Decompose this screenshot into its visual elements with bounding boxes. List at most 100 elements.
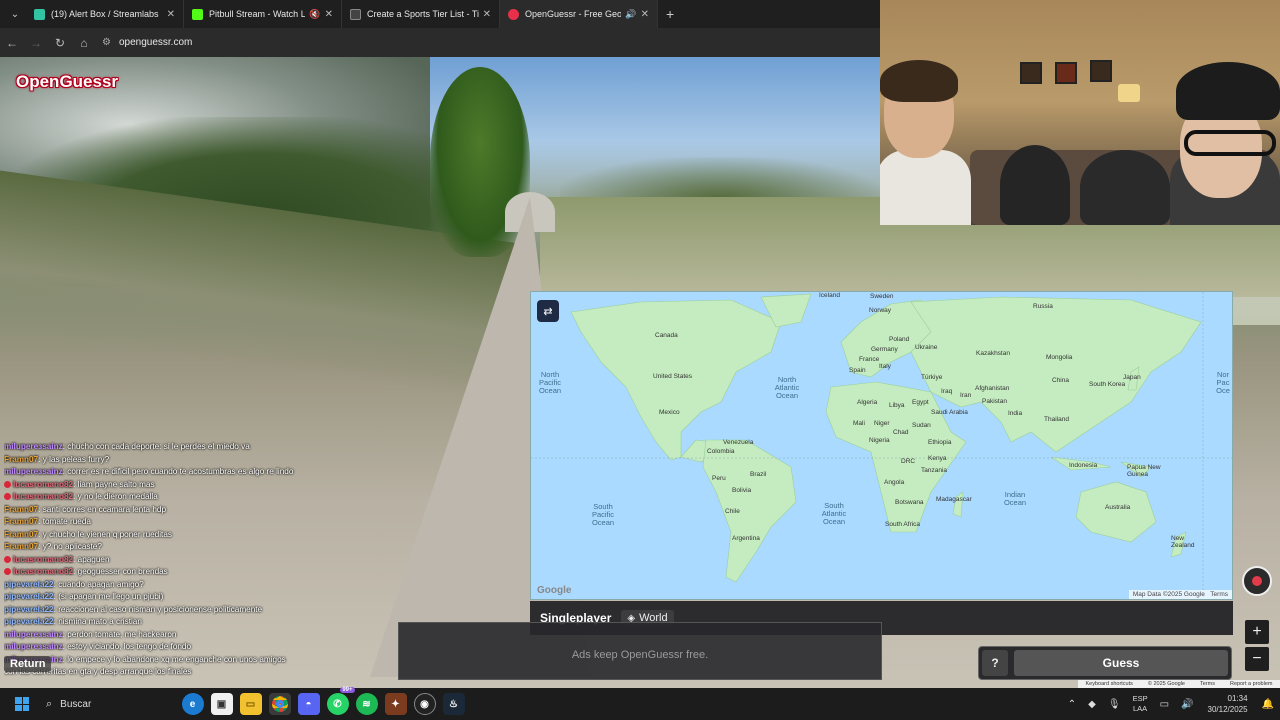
forward-icon[interactable]: → [24,36,48,50]
whatsapp-icon[interactable]: ✆ 99+ [326,687,355,715]
chat-text: correr es re dificil pero cuando te acos… [67,467,294,476]
steam-icon[interactable]: ♨ [442,693,465,715]
chat-text: geoguesser con brendas [77,567,168,576]
map-label-poland: Poland [889,336,910,343]
chat-username: lucasromano82 [13,567,74,576]
site-info-icon[interactable]: ⚙ [102,37,111,48]
file-explorer-icon[interactable]: ▭ [239,693,262,715]
tray-app-icon[interactable]: ◆ [1088,699,1096,710]
return-button[interactable]: Return [4,656,52,672]
app-icon[interactable]: ✦ [384,693,407,715]
chat-username: lucasromano82 [13,479,74,489]
chat-username: milupereзsainz [4,629,63,639]
chat-message: pipevarela22: nismina mato a cristian [4,617,142,626]
chat-message: Framn07: tomate rueda [4,517,91,526]
tab-streamlabs[interactable]: (19) Alert Box / Streamlabs ✕ [26,0,184,28]
spotify-icon[interactable]: ≋ [355,693,378,715]
map-label-mongolia: Mongolia [1046,354,1073,361]
url-field[interactable]: ⚙ openguessr.com [102,32,192,54]
chat-username: lucasromano82 [13,492,74,501]
chat-text: y? no aplicaste? [42,542,102,551]
chat-message: pipevarela22: cuando apagan amigo? [4,579,144,589]
chat-text: lo empece y lo abandone xq me enganche c… [67,654,286,664]
guess-button[interactable]: Guess [1014,650,1228,676]
chat-message: milupereзsainz: correr es re dificil per… [4,467,294,476]
zoom-in-icon[interactable]: + [1245,620,1269,644]
guess-map[interactable]: ⇄ Canada United States Mexico Venezuela … [530,291,1233,600]
help-button[interactable]: ? [982,650,1008,676]
edge-icon[interactable]: e [181,693,204,715]
chat-text: reaccionen al caso nisman y posicionense… [58,604,263,614]
chat-text: liam payne salto mas [77,479,155,489]
ocean-label: Nor Pac Oce [1216,370,1230,395]
lang-layout: LAA [1132,704,1148,713]
world-map-land [531,292,1232,599]
close-icon[interactable]: ✕ [325,9,333,20]
reload-icon[interactable]: ↻ [48,36,72,50]
home-icon[interactable]: ⌂ [72,36,96,50]
report-problem-link[interactable]: Report a problem [1230,681,1273,687]
badge-icon [4,493,11,500]
tab-title: (19) Alert Box / Streamlabs [51,9,159,19]
map-terms-link[interactable]: Terms [1210,591,1228,598]
tab-search-icon[interactable]: ⌄ [4,3,26,25]
chat-message: milupereзsainz: chucho con cada deporte:… [4,442,250,451]
notifications-icon[interactable]: 🔔 [1262,699,1274,710]
close-icon[interactable]: ✕ [641,9,649,20]
chat-message: lucasromano82: geoguesser con brendas [4,566,424,579]
wall-frame [1090,60,1112,82]
tab-kick[interactable]: Pitbull Stream - Watch Live 🔇 ✕ [184,0,342,28]
volume-icon[interactable]: 🔊 [1181,699,1193,710]
google-logo: Google [537,585,572,596]
chrome-icon[interactable] [268,693,291,715]
chat-message: Framn07: y chucho le yienen q poner rued… [4,529,172,539]
footer-terms-link[interactable]: Terms [1200,681,1215,687]
windows-start-icon[interactable] [6,688,38,720]
badge-icon [4,480,11,488]
footer-map-data: © 2025 Google [1147,681,1185,687]
tab-tiermaker[interactable]: Create a Sports Tier List - TierM ✕ [342,0,500,28]
map-label-japan: Japan [1123,374,1141,381]
network-icon[interactable]: ▭ [1160,699,1169,710]
speaker-icon[interactable]: 🔊 [625,9,636,20]
map-label-india: India [1008,410,1023,417]
chat-text: y no le dieron medalla [77,492,158,501]
zoom-out-icon[interactable]: − [1245,647,1269,671]
map-label-iceland: Iceland [819,292,840,299]
chat-text: estoy viciando, los tengo de fondo [67,642,192,651]
map-label-turkiye: Türkiye [921,374,943,381]
tab-title: OpenGuessr - Free GeoGue [525,9,622,19]
microphone-icon[interactable]: 🎙 [1108,699,1121,710]
map-label-afghanistan: Afghanistan [975,385,1010,392]
map-label-png: Papua New Guinea [1127,464,1161,478]
map-label-germany: Germany [871,346,898,353]
person-cap [1176,62,1280,120]
ocean-label: South Pacific Ocean [591,502,615,527]
chat-username: Framn07 [4,529,39,539]
chevron-up-icon[interactable]: ⌃ [1068,699,1076,710]
chat-username: Framn07 [4,504,39,514]
keyboard-shortcuts-link[interactable]: Keyboard shortcuts [1086,681,1133,687]
mute-icon[interactable]: 🔇 [309,9,320,20]
compass-icon[interactable] [1242,566,1272,596]
store-icon[interactable]: ▣ [210,693,233,715]
clock[interactable]: 01:34 30/12/2025 [1208,693,1248,715]
tiermaker-icon [350,8,361,20]
map-label-tanzania: Tanzania [921,467,948,474]
close-icon[interactable]: ✕ [483,9,491,20]
tab-openguessr[interactable]: OpenGuessr - Free GeoGue 🔊 ✕ [500,0,658,28]
browser-tabbar: ⌄ (19) Alert Box / Streamlabs ✕ Pitbull … [0,0,880,28]
wall-frame [1020,62,1042,84]
discord-icon[interactable]: ◓ [297,693,320,715]
map-label-spain: Spain [849,367,866,374]
back-icon[interactable]: ← [0,36,24,50]
map-label-iraq: Iraq [941,388,953,395]
close-icon[interactable]: ✕ [167,9,175,20]
map-settings-icon[interactable]: ⇄ [537,300,559,322]
obs-icon[interactable]: ◉ [413,693,436,715]
taskbar-search[interactable]: ⌕ Buscar [38,692,178,716]
map-label-colombia: Colombia [707,448,735,455]
chat-text: y las peleas furry? [42,454,110,464]
new-tab-icon[interactable]: + [666,6,674,22]
language-indicator[interactable]: ESP LAA [1133,694,1148,714]
